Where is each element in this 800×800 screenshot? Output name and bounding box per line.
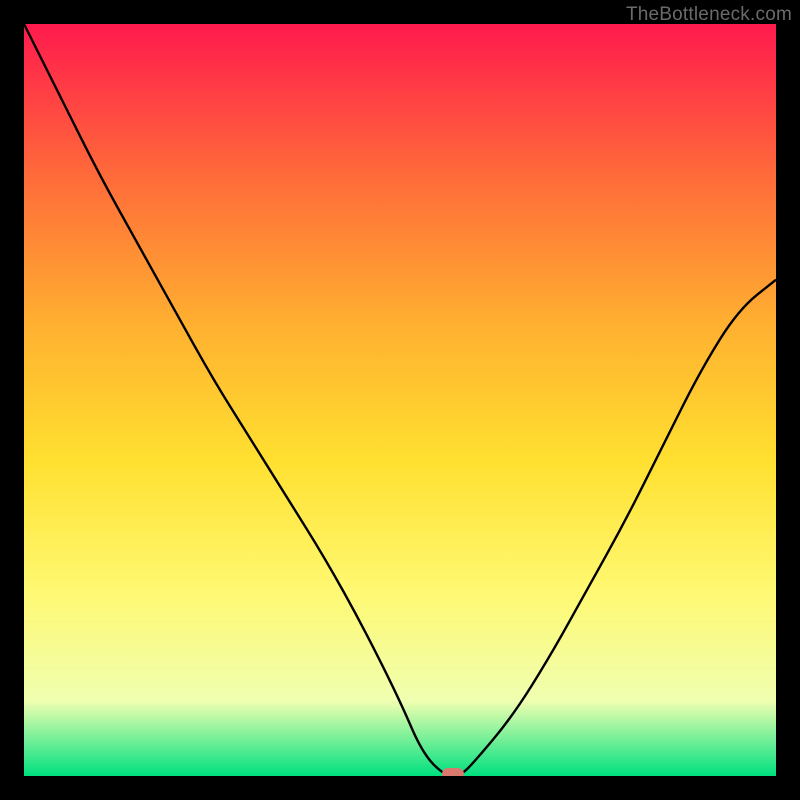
optimum-marker xyxy=(442,768,464,776)
gradient-background xyxy=(24,24,776,776)
watermark-text: TheBottleneck.com xyxy=(626,4,792,26)
chart-plot-area xyxy=(24,24,776,776)
